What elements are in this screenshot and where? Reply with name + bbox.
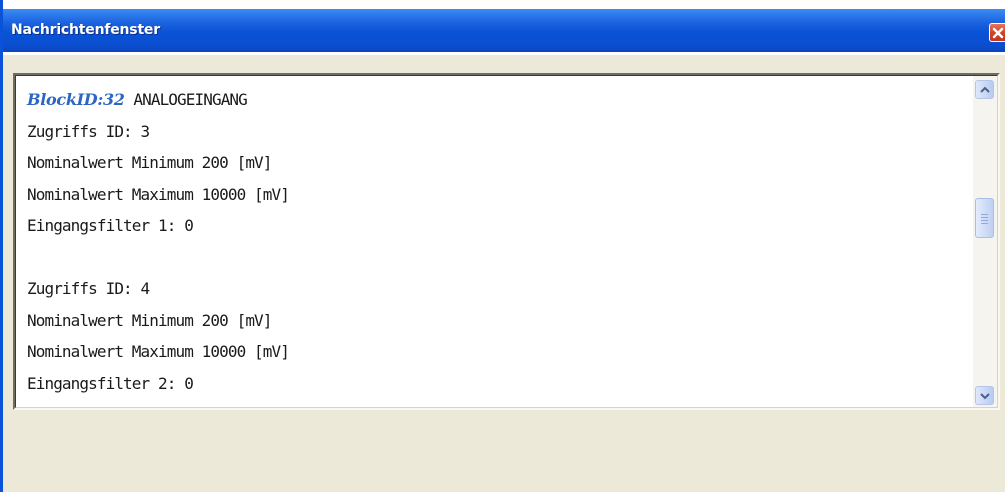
close-icon	[992, 27, 1004, 39]
thumb-grip-line	[981, 217, 988, 218]
message-text-area[interactable]: BlockID:32 ANALOGEINGANG Zugriffs ID: 3 …	[15, 75, 998, 408]
message-line: Zugriffs ID: 3	[27, 121, 150, 141]
message-line	[27, 242, 971, 274]
scroll-up-button[interactable]	[975, 80, 994, 99]
chevron-down-icon	[980, 393, 990, 400]
close-button[interactable]	[989, 23, 1005, 42]
message-window: Nachrichtenfenster BlockID:32 ANALOGEING…	[0, 0, 1005, 492]
message-line: Eingangsfilter 2: 0	[27, 373, 194, 393]
message-content: BlockID:32 ANALOGEINGANG Zugriffs ID: 3 …	[27, 84, 971, 407]
scrollbar-thumb[interactable]	[975, 198, 994, 238]
title-bar[interactable]: Nachrichtenfenster	[3, 0, 1005, 55]
window-title: Nachrichtenfenster	[11, 22, 160, 38]
message-line: Nominalwert Maximum 10000 [mV]	[27, 342, 290, 361]
message-line: Nominalwert Maximum 10000 [mV]	[27, 184, 290, 204]
chevron-up-icon	[980, 86, 990, 93]
scroll-down-button[interactable]	[975, 386, 994, 405]
vertical-scrollbar[interactable]	[973, 76, 997, 407]
block-type: ANALOGEINGANG	[124, 90, 247, 109]
thumb-grip-line	[981, 223, 988, 224]
thumb-grip-line	[981, 220, 988, 221]
block-header-line: BlockID:32 ANALOGEINGANG	[27, 84, 971, 116]
message-line: Nominalwert Minimum 200 [mV]	[27, 310, 272, 330]
block-id-label: BlockID:32	[27, 90, 125, 109]
message-frame: BlockID:32 ANALOGEINGANG Zugriffs ID: 3 …	[13, 73, 1000, 410]
thumb-grip-line	[981, 214, 988, 215]
message-line: Zugriffs ID: 4	[27, 279, 150, 298]
message-line: Eingangsfilter 1: 0	[27, 216, 194, 235]
message-line: Nominalwert Minimum 200 [mV]	[27, 153, 272, 172]
